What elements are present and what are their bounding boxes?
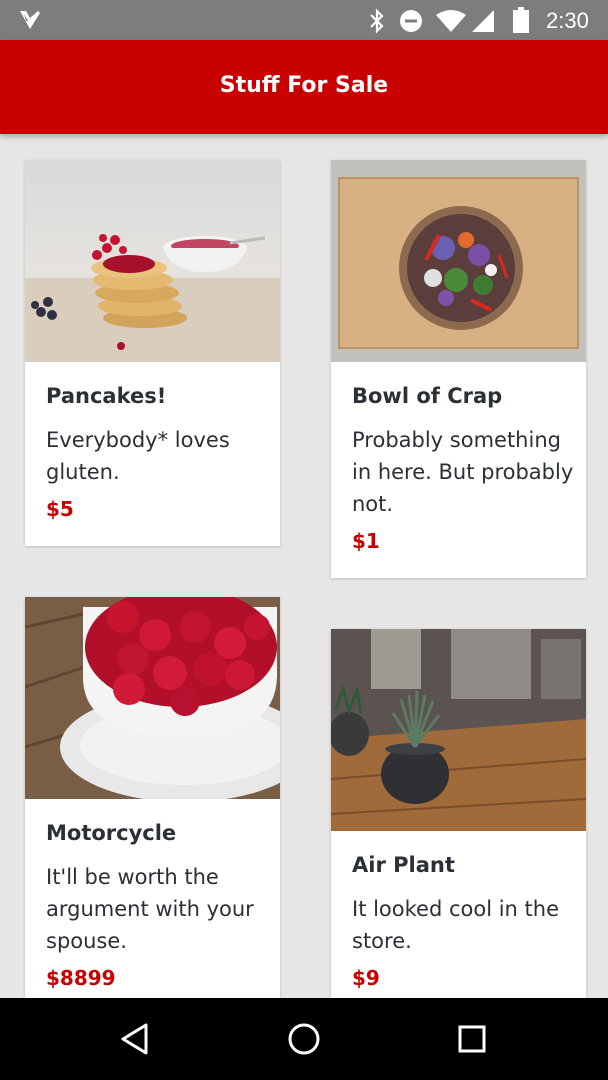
app-bar: Stuff For Sale xyxy=(0,40,608,134)
item-name: Pancakes! xyxy=(46,384,167,408)
product-card-air-plant[interactable]: Air Plant It looked cool in the store. $… xyxy=(331,629,586,1017)
cell-signal-icon xyxy=(472,10,494,32)
salad-bowl-photo xyxy=(331,160,586,362)
item-price: $8899 xyxy=(46,966,116,990)
back-icon[interactable] xyxy=(116,1019,156,1059)
pancakes-photo xyxy=(25,160,280,362)
navigation-bar xyxy=(0,998,608,1080)
bluetooth-icon xyxy=(370,8,384,34)
air-plant-photo xyxy=(331,629,586,831)
home-icon[interactable] xyxy=(284,1019,324,1059)
item-description: It looked cool in the store. xyxy=(352,897,560,953)
wifi-icon xyxy=(436,10,466,32)
item-description: Everybody* loves gluten. xyxy=(46,428,230,484)
item-price: $5 xyxy=(46,497,74,521)
item-description: It'll be worth the argument with your sp… xyxy=(46,865,254,953)
item-name: Air Plant xyxy=(352,853,455,877)
battery-icon xyxy=(513,7,529,33)
product-card-pancakes[interactable]: Pancakes! Everybody* loves gluten. $5 xyxy=(25,160,280,546)
item-name: Motorcycle xyxy=(46,821,177,845)
product-card-motorcycle[interactable]: Motorcycle It'll be worth the argument w… xyxy=(25,597,280,1017)
status-bar: 2:30 xyxy=(0,0,608,40)
page-title: Stuff For Sale xyxy=(219,73,389,98)
item-description: Probably some­thing in here. But probabl… xyxy=(352,428,574,516)
status-time: 2:30 xyxy=(546,8,589,33)
product-card-bowl[interactable]: Bowl of Crap Probably some­thing in here… xyxy=(331,160,586,578)
app-notification-icon xyxy=(20,11,40,29)
recents-icon[interactable] xyxy=(452,1019,492,1059)
raspberries-photo xyxy=(25,597,280,799)
item-price: $9 xyxy=(352,966,380,990)
item-name: Bowl of Crap xyxy=(352,384,503,408)
do-not-disturb-icon xyxy=(400,10,422,32)
item-price: $1 xyxy=(352,529,380,553)
